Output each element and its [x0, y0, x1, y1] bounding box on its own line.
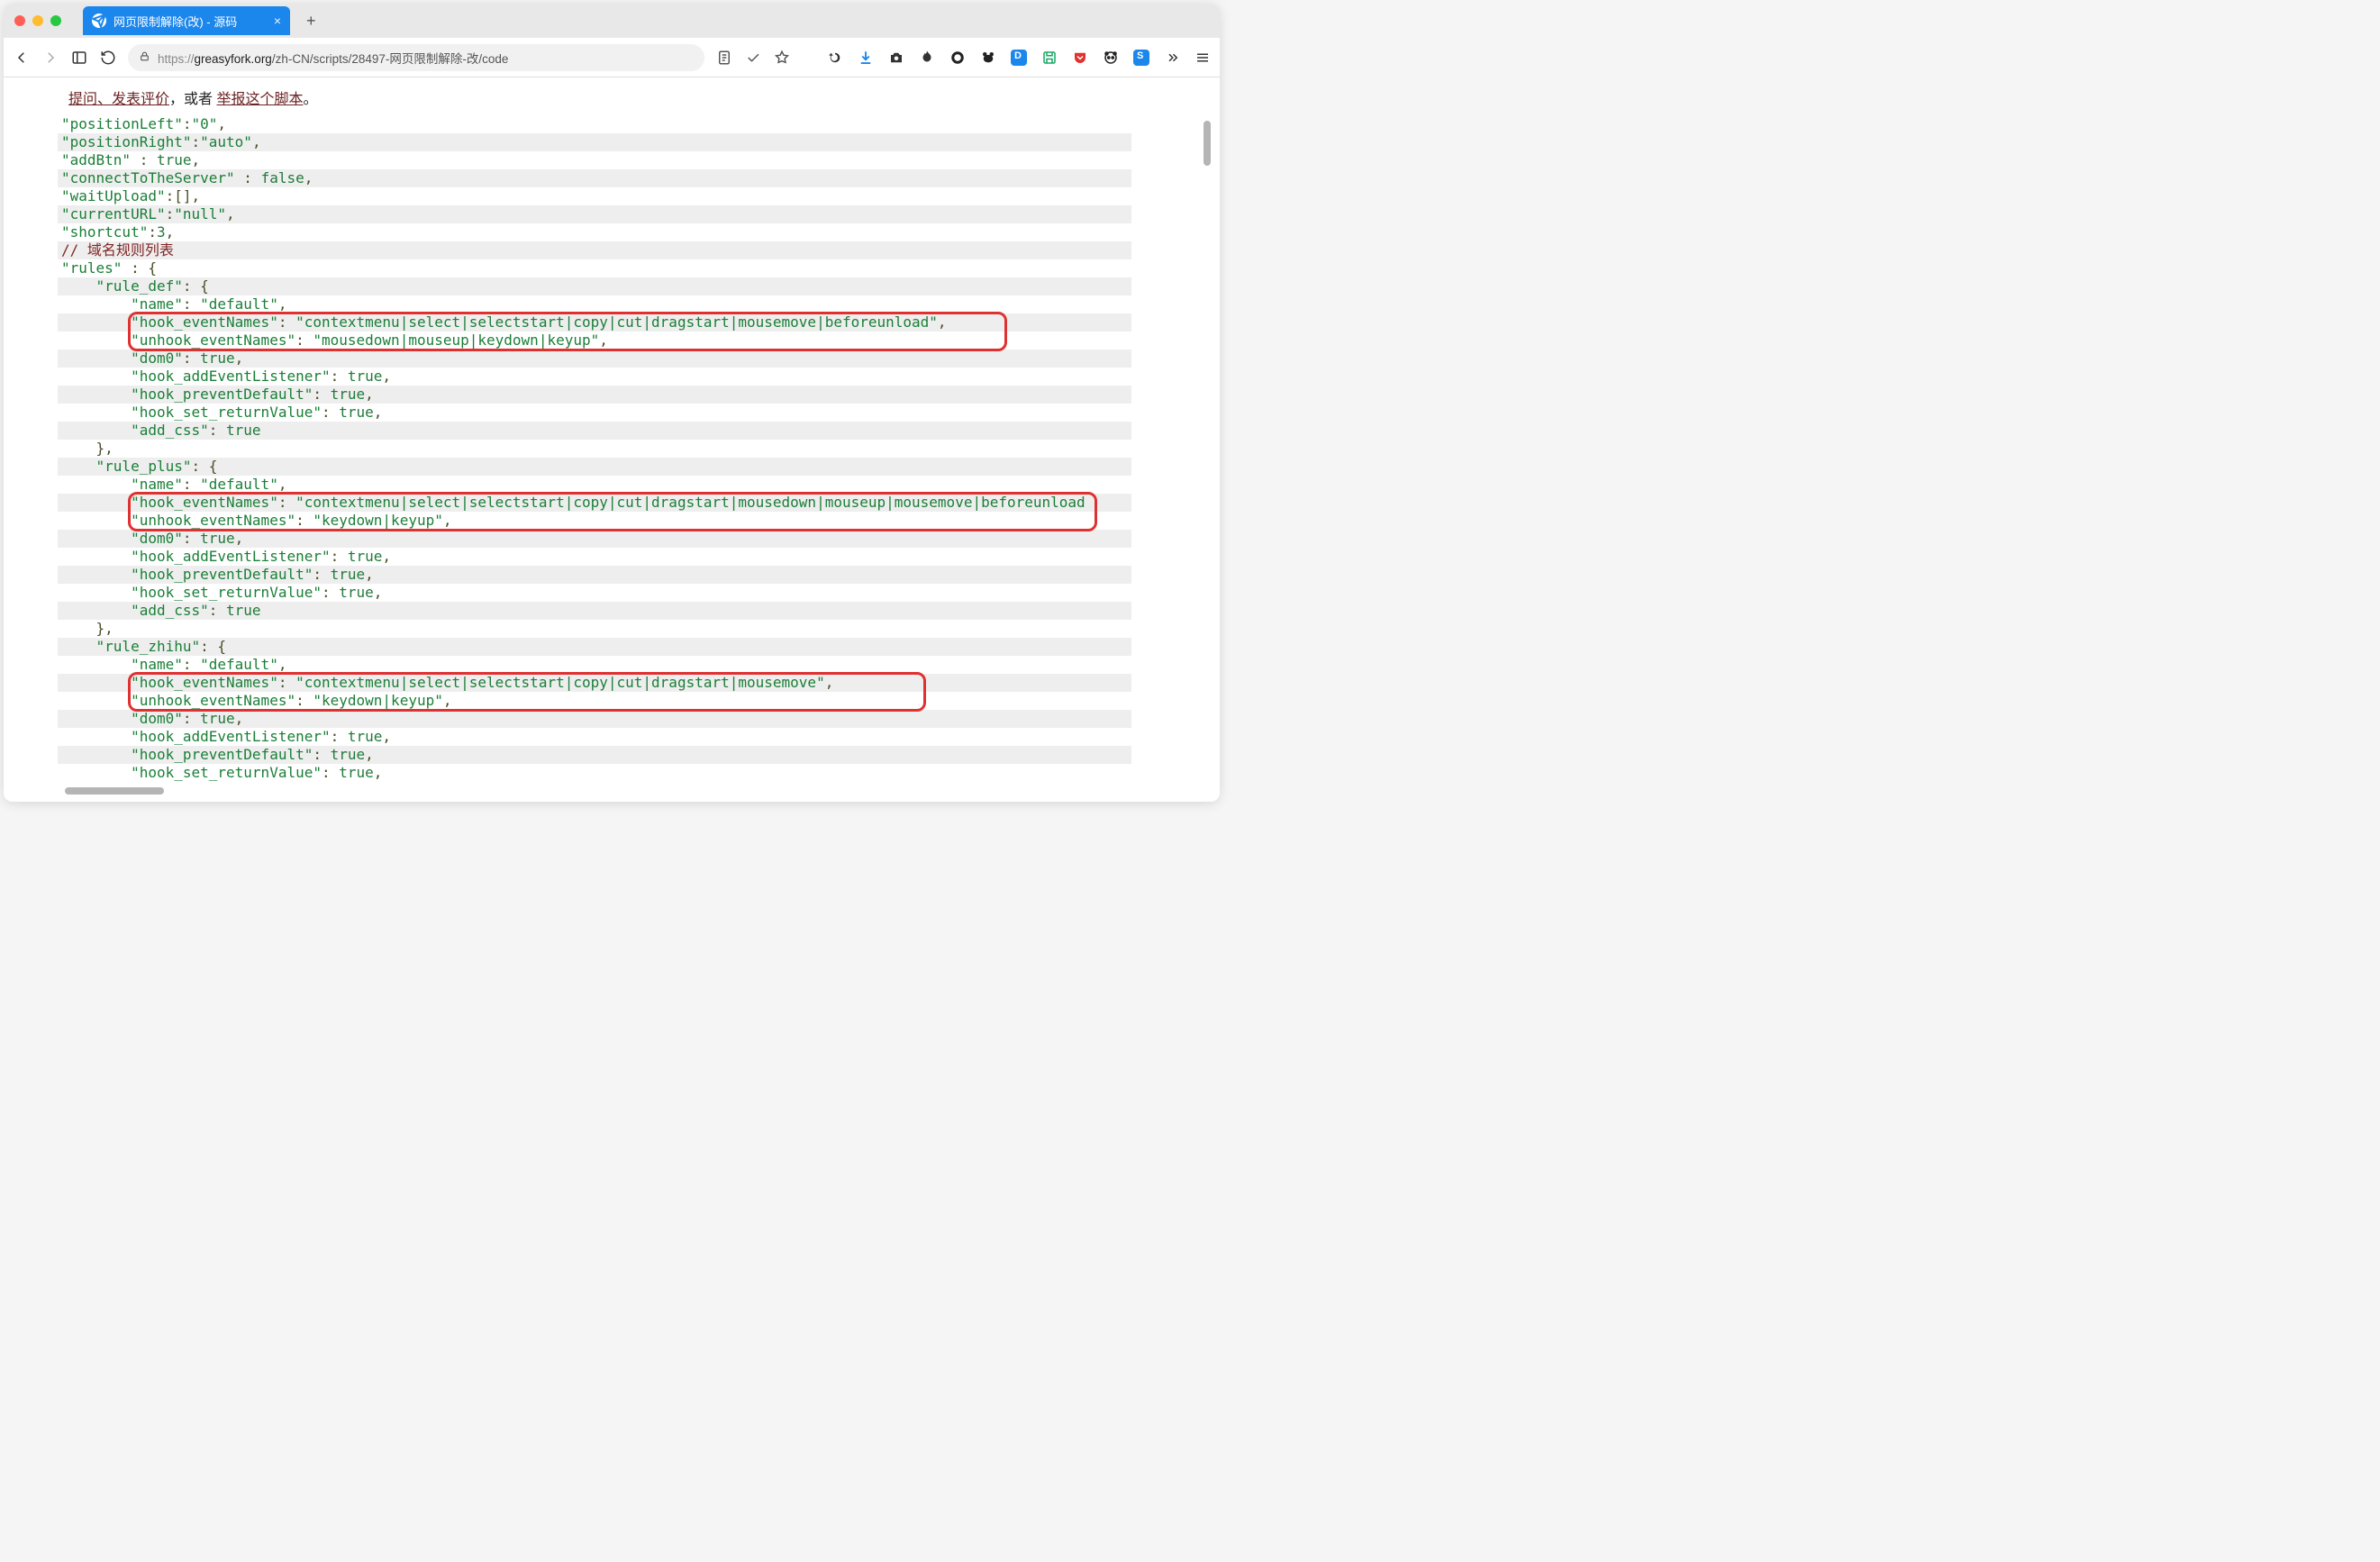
url-text: https://greasyfork.org/zh-CN/scripts/284… — [158, 49, 508, 67]
flame-icon[interactable] — [919, 50, 935, 66]
save-page-icon[interactable] — [1041, 50, 1058, 66]
extension-blue-1[interactable]: D — [1011, 50, 1027, 66]
new-tab-button[interactable]: + — [297, 12, 325, 31]
camera-icon[interactable] — [888, 50, 904, 66]
tab-title: 网页限制解除(改) - 源码 — [114, 13, 237, 30]
page-content[interactable]: 提问、发表评价，或者 举报这个脚本。 "positionLeft":"0", "… — [4, 77, 1220, 802]
reader-mode-icon[interactable] — [715, 49, 733, 67]
extension-blue-2[interactable]: S — [1133, 50, 1149, 66]
close-window-icon[interactable] — [14, 15, 25, 26]
address-bar[interactable]: https://greasyfork.org/zh-CN/scripts/284… — [128, 44, 704, 71]
horizontal-scrollbar[interactable] — [65, 787, 164, 795]
pocket-icon[interactable] — [1072, 50, 1088, 66]
extension-icons: D S — [827, 50, 1211, 66]
browser-window: 网页限制解除(改) - 源码 × + https://greasyfork.or… — [4, 4, 1220, 802]
bookmark-star-icon[interactable] — [773, 49, 791, 67]
bear-icon[interactable] — [980, 50, 996, 66]
forward-button[interactable] — [41, 49, 59, 67]
maximize-window-icon[interactable] — [50, 15, 61, 26]
undo-icon[interactable] — [827, 50, 843, 66]
circle-icon[interactable] — [949, 50, 966, 66]
minimize-window-icon[interactable] — [32, 15, 43, 26]
check-icon[interactable] — [744, 49, 762, 67]
toolbar: https://greasyfork.org/zh-CN/scripts/284… — [4, 38, 1220, 77]
vertical-scrollbar[interactable] — [1204, 121, 1211, 166]
reload-button[interactable] — [99, 49, 117, 67]
back-button[interactable] — [13, 49, 31, 67]
link-report[interactable]: 举报这个脚本 — [216, 92, 303, 107]
link-ask[interactable]: 提问、发表评价 — [68, 92, 169, 107]
menu-icon[interactable] — [1195, 50, 1211, 66]
overflow-icon[interactable] — [1164, 50, 1180, 66]
page-top-links: 提问、发表评价，或者 举报这个脚本。 — [58, 77, 1220, 115]
tab-active[interactable]: 网页限制解除(改) - 源码 × — [83, 6, 290, 35]
window-controls — [14, 15, 61, 26]
tab-close-icon[interactable]: × — [274, 14, 281, 28]
tab-bar: 网页限制解除(改) - 源码 × + — [4, 4, 1220, 38]
sidebar-toggle-icon[interactable] — [70, 49, 88, 67]
download-icon[interactable] — [858, 50, 874, 66]
panda-icon[interactable] — [1103, 50, 1119, 66]
tab-favicon — [92, 14, 106, 28]
source-code[interactable]: "positionLeft":"0", "positionRight":"aut… — [58, 115, 1131, 782]
lock-icon — [139, 50, 150, 65]
